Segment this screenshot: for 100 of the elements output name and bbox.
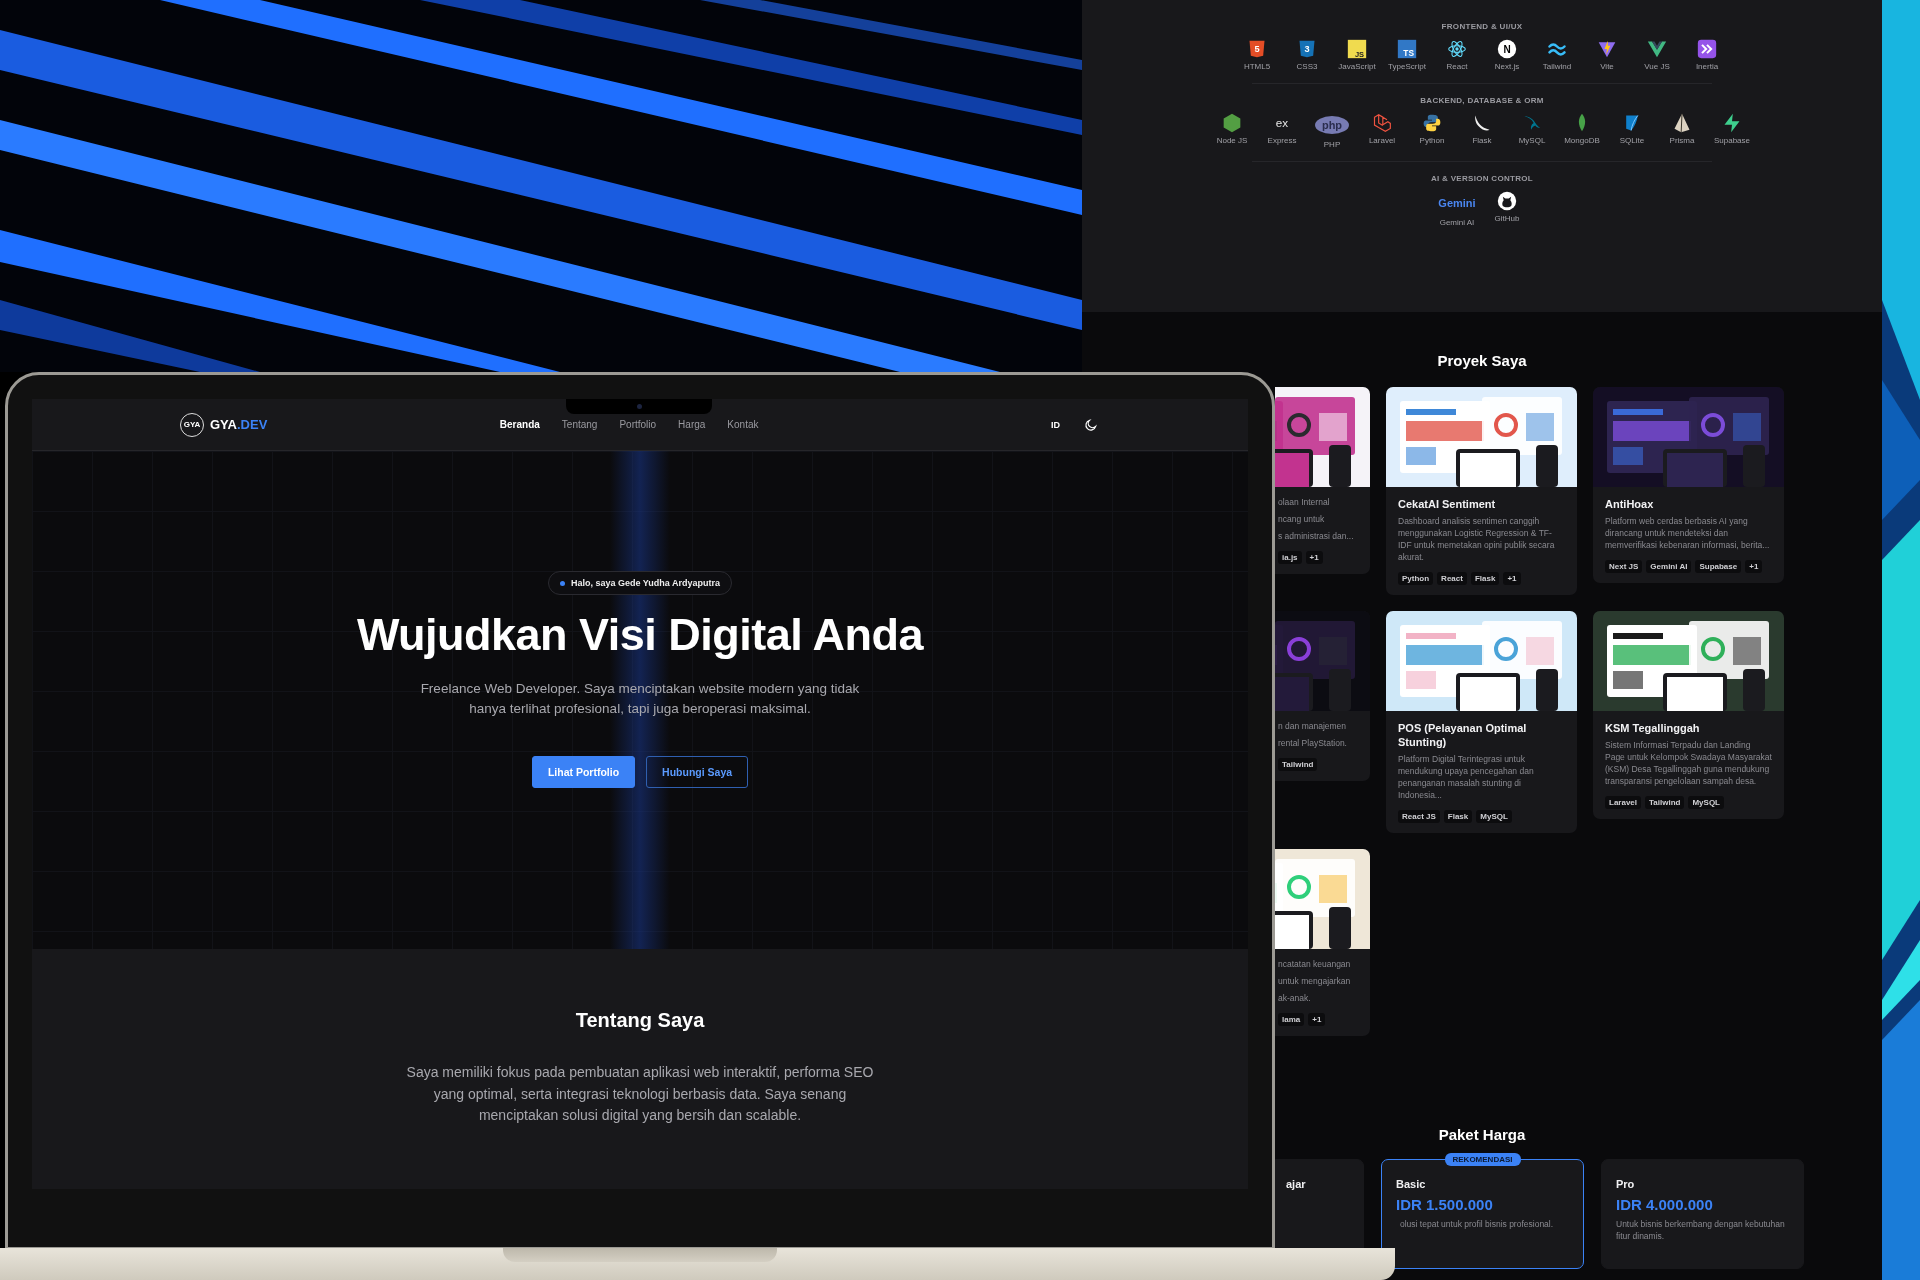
tech-label: MySQL [1518, 136, 1546, 145]
plan-name: Pro [1616, 1177, 1636, 1190]
tech-tag: +1 [1503, 571, 1521, 585]
tech-label: Python [1419, 136, 1445, 145]
tech-tag: Next JS [1605, 559, 1643, 573]
section-title: Tentang Saya [575, 1009, 705, 1032]
triangle-bolt-icon [1597, 39, 1617, 59]
plan-name: Basic [1396, 1177, 1427, 1190]
card-description: Platform Digital Terintegrasi untuk mendukung upaya pencegahan dan penanganan masalah stunting di Indonesia... [1398, 754, 1535, 802]
tech-tag: React [1437, 571, 1467, 585]
plan-price: IDR 4.000.000 [1616, 1195, 1714, 1213]
plan-price: IDR 1.500.000 [1396, 1195, 1494, 1213]
tech-label: Gemini AI [1439, 218, 1475, 227]
card-description: olaan Internal [1278, 497, 1331, 509]
card-description: n dan manajemen [1278, 720, 1348, 733]
horn-icon [1472, 113, 1492, 133]
nav-link[interactable]: Tentang [561, 419, 598, 430]
tech-tag: MySQL [1476, 810, 1512, 823]
square-logo-icon: TS [1397, 39, 1417, 59]
card-description: ncatatan keuangan [1278, 959, 1352, 971]
project-card[interactable]: CekatAI Sentiment Dashboard analisis sentimen canggih menggunakan Logistic Regression & TF-IDF untuk memetakan opini publik secara akurat. Python React Flask +1 [1386, 387, 1577, 595]
tech-label: CSS3 [1296, 62, 1318, 71]
tech-label: MongoDB [1564, 136, 1600, 145]
tech-label: Node JS [1216, 136, 1248, 145]
section-title: Paket Harga [1438, 1125, 1526, 1143]
section-heading: BACKEND, DATABASE & ORM [1420, 96, 1544, 105]
project-card[interactable]: POS (Pelayanan Optimal Stunting) Platform Digital Terintegrasi untuk mendukung upaya pencegahan dan penanganan masalah stunting di Indonesia... React JS Flask MySQL [1386, 610, 1577, 833]
plan-name: ajar [1286, 1177, 1307, 1190]
cat-icon [1497, 191, 1517, 211]
v-shape-icon [1647, 39, 1667, 59]
tech-tag: +1 [1308, 1012, 1326, 1026]
tech-tag: lama [1278, 1012, 1305, 1026]
project-card[interactable]: ncatatan keuangan untuk mengajarkan ak-anak. lama +1 [1275, 849, 1370, 1036]
card-title: KSM Tegallinggah [1605, 720, 1701, 736]
tech-tag: Python [1398, 571, 1434, 585]
nav-link[interactable]: Beranda [499, 419, 540, 430]
tech-tag: React JS [1398, 810, 1440, 823]
circle-logo-icon: N [1497, 39, 1517, 59]
atom-icon [1447, 39, 1467, 59]
tech-tag: MySQL [1688, 795, 1724, 809]
card-description: Dashboard analisis sentimen canggih menggunakan Logistic Regression & TF-IDF untuk memetakan opini publik secara akurat. [1398, 516, 1556, 564]
tech-label: Next.js [1494, 62, 1520, 71]
interlocked-shapes-icon [1422, 113, 1442, 133]
tech-label: Laravel [1368, 136, 1396, 145]
oval-logo-icon: php [1314, 113, 1350, 137]
card-description: ncang untuk [1278, 513, 1326, 526]
hexagon-icon [1222, 113, 1242, 133]
about-paragraph: Saya memiliki fokus pada pembuatan aplikasi web interaktif, performa SEO yang optimal, serta integrasi teknologi berbasis data. Saya senang menciptakan solusi digital yang bersih dan scalable. [405, 1063, 875, 1126]
tech-label: Supabase [1714, 136, 1750, 145]
tech-tag: ia.js [1278, 550, 1302, 564]
square-logo-icon: JS [1347, 39, 1367, 59]
card-description: Platform web cerdas berbasis AI yang dirancang untuk mendeteksi dan memverifikasi kebenaran informasi, berita... [1605, 516, 1771, 552]
tech-tag: +1 [1305, 550, 1323, 564]
plan-description: Untuk bisnis berkembang dengan kebutuhan fitur dinamis. [1616, 1218, 1786, 1243]
text-logo-icon: Gemini [1436, 191, 1478, 215]
card-title: POS (Pelayanan Optimal Stunting) [1398, 720, 1528, 750]
tech-label: PHP [1323, 140, 1341, 149]
tech-label: Flask [1472, 136, 1492, 145]
tech-label: Tailwind [1542, 62, 1572, 71]
language-toggle[interactable]: ID [1051, 419, 1060, 430]
section-heading: AI & VERSION CONTROL [1431, 174, 1533, 183]
project-card[interactable]: AntiHoax Platform web cerdas berbasis AI yang dirancang untuk mendeteksi dan memverifikasi kebenaran informasi, berita... Next JS Gemini AI Supabase +1 [1593, 387, 1784, 583]
project-card[interactable]: olaan Internal ncang untuk s administrasi dan... ia.js +1 [1275, 387, 1370, 574]
tech-label: JavaScript [1338, 62, 1376, 71]
tech-label: TypeScript [1388, 62, 1426, 71]
tech-tag: Tailwind [1278, 757, 1318, 771]
tech-label: Inertia [1695, 62, 1719, 71]
project-card[interactable]: n dan manajemen rental PlayStation. Tailwind [1275, 610, 1370, 781]
tech-tag: Flask [1443, 810, 1473, 823]
card-description: ak-anak. [1278, 992, 1312, 1005]
contact-button[interactable]: Hubungi Saya [646, 755, 749, 788]
card-description: rental PlayStation. [1278, 737, 1348, 750]
nav-link[interactable]: Harga [678, 419, 706, 430]
nav-link[interactable]: Kontak [727, 419, 759, 430]
tech-label: Prisma [1669, 136, 1695, 145]
text-logo-icon: ex [1272, 113, 1292, 133]
shield-icon: 5 [1247, 39, 1267, 59]
section-title: Proyek Saya [1437, 352, 1527, 369]
tech-label: Express [1267, 136, 1297, 145]
tech-tag: Laravel [1605, 795, 1642, 809]
tech-label: SQLite [1619, 136, 1645, 145]
card-description: s administrasi dan... [1278, 530, 1355, 543]
tech-label: HTML5 [1243, 62, 1271, 71]
tech-tag: Supabase [1695, 559, 1742, 573]
tech-label: React [1446, 62, 1468, 71]
shield-icon: 3 [1297, 39, 1317, 59]
bolt-icon [1722, 113, 1742, 133]
nav-link[interactable]: Portfolio [619, 419, 657, 430]
moon-icon[interactable] [1084, 417, 1098, 432]
logo-text[interactable]: GYA.DEV [210, 417, 268, 432]
card-description: untuk mengajarkan [1278, 975, 1352, 988]
tech-label: Vite [1600, 62, 1614, 71]
tech-label: Vue JS [1644, 62, 1670, 71]
plan-description: olusi tepat untuk profil bisnis profesional. [1399, 1218, 1555, 1231]
project-card[interactable]: KSM Tegallinggah Sistem Informasi Terpadu dan Landing Page untuk Kelompok Swadaya Masyarakat (KSM) Desa Tegallinggah guna mendukung transparansi pengelolaan sampah desa. Laravel Tailwind MySQL [1593, 610, 1784, 819]
section-heading: FRONTEND & UI/UX [1441, 22, 1523, 31]
status-dot [559, 580, 565, 586]
portfolio-button[interactable]: Lihat Portfolio [531, 755, 636, 788]
tech-tag: Flask [1470, 571, 1500, 585]
tech-label: GitHub [1494, 214, 1520, 223]
